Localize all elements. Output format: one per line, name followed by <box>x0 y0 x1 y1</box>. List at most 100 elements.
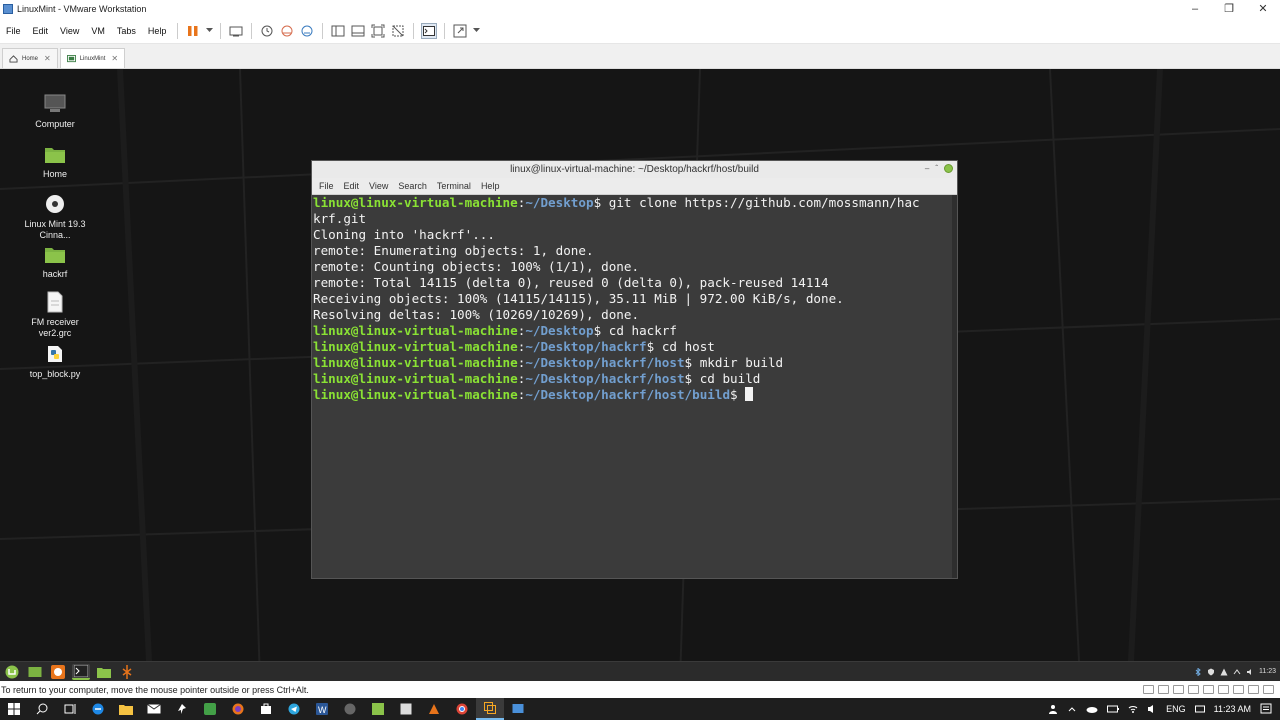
app-grey-icon[interactable] <box>336 698 364 720</box>
guest-clock[interactable]: 11:23 <box>1259 668 1276 675</box>
mint-menu-icon[interactable] <box>3 664 21 680</box>
desktop-icon-home[interactable]: Home <box>20 143 90 180</box>
terminal-menu-search[interactable]: Search <box>393 181 432 191</box>
menu-view[interactable]: View <box>54 26 85 36</box>
restore-button[interactable]: ❐ <box>1212 0 1246 18</box>
unity-mode-icon[interactable] <box>390 23 406 39</box>
terminal-minimize-button[interactable]: – <box>925 164 929 173</box>
tab-linuxmint[interactable]: LinuxMint ✕ <box>59 48 126 68</box>
show-hidden-icons-icon[interactable] <box>1067 704 1077 714</box>
sound-icon[interactable] <box>1203 685 1214 694</box>
desktop-icon-top-block[interactable]: top_block.py <box>20 343 90 380</box>
people-icon[interactable] <box>1048 704 1058 714</box>
display-icon[interactable] <box>1233 685 1244 694</box>
menu-help[interactable]: Help <box>142 26 173 36</box>
taskbar-clock[interactable]: 11:23 AM <box>1214 704 1251 714</box>
console-view-icon[interactable] <box>421 22 438 39</box>
terminal-close-button[interactable] <box>944 164 953 173</box>
wifi-icon[interactable] <box>1128 704 1138 714</box>
close-button[interactable]: ✕ <box>1246 0 1280 18</box>
resize-grip-icon[interactable] <box>1263 685 1274 694</box>
desktop-icon-computer[interactable]: Computer <box>20 93 90 130</box>
image-viewer-icon[interactable] <box>392 698 420 720</box>
hdd-icon[interactable] <box>1143 685 1154 694</box>
terminal-menu-view[interactable]: View <box>364 181 393 191</box>
pin-icon[interactable] <box>168 698 196 720</box>
thumbnail-bar-icon[interactable] <box>350 23 366 39</box>
language-indicator[interactable]: ENG <box>1166 704 1186 714</box>
usb-icon[interactable] <box>1188 685 1199 694</box>
search-icon[interactable] <box>28 698 56 720</box>
gnuradio-icon[interactable] <box>118 664 136 680</box>
firefox-icon[interactable] <box>224 698 252 720</box>
message-icon[interactable] <box>1248 685 1259 694</box>
guest-desktop[interactable]: Computer Home Linux Mint 19.3 Cinna... h… <box>0 69 1280 681</box>
notifications-icon[interactable] <box>1260 703 1272 715</box>
terminal-menu-file[interactable]: File <box>314 181 339 191</box>
stretch-guest-icon[interactable] <box>452 23 468 39</box>
file-explorer-icon[interactable] <box>112 698 140 720</box>
pause-icon[interactable] <box>185 23 201 39</box>
mail-icon[interactable] <box>140 698 168 720</box>
desktop-icon-label: hackrf <box>42 269 68 279</box>
terminal-title-bar[interactable]: linux@linux-virtual-machine: ~/Desktop/h… <box>312 161 957 178</box>
edge-icon[interactable] <box>84 698 112 720</box>
onedrive-icon[interactable] <box>1086 704 1098 714</box>
dropdown-arrow-icon[interactable] <box>205 23 213 39</box>
app-window-icon[interactable] <box>504 698 532 720</box>
desktop-icon-hackrf[interactable]: hackrf <box>20 243 90 280</box>
network-adapter-icon[interactable] <box>1173 685 1184 694</box>
desktop-icon-linux-mint-disc[interactable]: Linux Mint 19.3 Cinna... <box>20 193 90 241</box>
snapshot-manager-icon[interactable] <box>299 23 315 39</box>
chrome-icon[interactable] <box>448 698 476 720</box>
terminal-scrollbar[interactable] <box>952 195 957 578</box>
app-orange-icon[interactable] <box>420 698 448 720</box>
volume-icon[interactable] <box>1246 668 1254 676</box>
task-view-icon[interactable] <box>56 698 84 720</box>
prompt-path: ~/Desktop/hackrf <box>525 339 647 354</box>
terminal-launcher-icon[interactable] <box>72 663 90 680</box>
menu-tabs[interactable]: Tabs <box>111 26 142 36</box>
word-icon[interactable]: W <box>308 698 336 720</box>
tab-home[interactable]: Home ✕ <box>2 48 58 68</box>
printer-icon[interactable] <box>1218 685 1229 694</box>
menu-edit[interactable]: Edit <box>27 26 55 36</box>
menu-vm[interactable]: VM <box>85 26 111 36</box>
update-icon[interactable] <box>1220 668 1228 676</box>
keyboard-icon[interactable] <box>1194 704 1205 714</box>
store-icon[interactable] <box>252 698 280 720</box>
shield-icon[interactable] <box>1207 668 1215 676</box>
minimize-button[interactable]: – <box>1178 0 1212 18</box>
bluetooth-icon[interactable] <box>1194 667 1202 676</box>
notepad-plus-icon[interactable] <box>364 698 392 720</box>
revert-snapshot-icon[interactable] <box>279 23 295 39</box>
terminal-menu-terminal[interactable]: Terminal <box>432 181 476 191</box>
app-green-icon[interactable] <box>196 698 224 720</box>
files-icon[interactable] <box>95 664 113 680</box>
terminal-window[interactable]: linux@linux-virtual-machine: ~/Desktop/h… <box>311 160 958 579</box>
vmware-taskbar-icon[interactable] <box>476 698 504 720</box>
windows-start-icon[interactable] <box>0 698 28 720</box>
terminal-maximize-button[interactable]: ˆ <box>935 164 938 173</box>
terminal-output[interactable]: linux@linux-virtual-machine:~/Desktop$ g… <box>312 195 952 578</box>
output-text: Cloning into 'hackrf'... <box>313 227 495 242</box>
battery-icon[interactable] <box>1107 704 1120 714</box>
terminal-line: krf.git <box>313 211 952 227</box>
terminal-menu-help[interactable]: Help <box>476 181 505 191</box>
show-desktop-icon[interactable] <box>26 664 44 680</box>
full-screen-icon[interactable] <box>370 23 386 39</box>
tab-home-close-icon[interactable]: ✕ <box>44 54 51 63</box>
desktop-icon-fm-receiver[interactable]: FM receiver ver2.grc <box>20 291 90 339</box>
network-icon[interactable] <box>1233 668 1241 676</box>
send-ctrl-alt-del-icon[interactable] <box>228 23 244 39</box>
cdrom-icon[interactable] <box>1158 685 1169 694</box>
snapshot-icon[interactable] <box>259 23 275 39</box>
menu-file[interactable]: File <box>0 26 27 36</box>
telegram-icon[interactable] <box>280 698 308 720</box>
tab-linuxmint-close-icon[interactable]: ✕ <box>111 54 118 63</box>
firefox-icon[interactable] <box>49 664 67 680</box>
terminal-menu-edit[interactable]: Edit <box>339 181 365 191</box>
volume-icon[interactable] <box>1147 704 1157 714</box>
show-library-icon[interactable] <box>330 23 346 39</box>
stretch-dropdown-icon[interactable] <box>472 23 480 39</box>
